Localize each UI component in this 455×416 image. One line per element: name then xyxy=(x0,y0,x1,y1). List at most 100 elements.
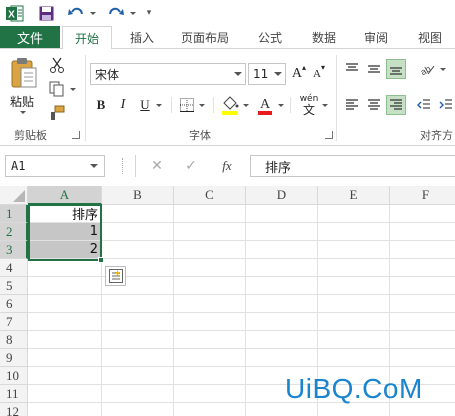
cell-f6[interactable] xyxy=(390,295,455,313)
cell-e7[interactable] xyxy=(318,313,390,331)
decrease-indent-icon[interactable] xyxy=(414,95,434,115)
cell-d2[interactable] xyxy=(246,223,318,241)
cell-c12[interactable] xyxy=(174,403,246,416)
insert-function-icon[interactable]: fx xyxy=(216,155,238,177)
cell-f4[interactable] xyxy=(390,259,455,277)
cell-c3[interactable] xyxy=(174,241,246,259)
cell-c5[interactable] xyxy=(174,277,246,295)
cell-c7[interactable] xyxy=(174,313,246,331)
row-header-5[interactable]: 5 xyxy=(0,277,28,295)
cell-c8[interactable] xyxy=(174,331,246,349)
column-header-f[interactable]: F xyxy=(390,186,455,205)
cell-a3[interactable]: 2 xyxy=(28,241,102,259)
cell-d1[interactable] xyxy=(246,205,318,223)
tab-view[interactable]: 视图 xyxy=(408,26,452,48)
paste-label[interactable]: 粘贴 xyxy=(10,93,34,110)
cell-b8[interactable] xyxy=(102,331,174,349)
cell-d9[interactable] xyxy=(246,349,318,367)
fill-handle[interactable] xyxy=(98,257,104,263)
save-icon[interactable] xyxy=(36,3,56,23)
row-header-7[interactable]: 7 xyxy=(0,313,28,331)
cancel-icon[interactable]: ✕ xyxy=(146,155,168,177)
cell-d8[interactable] xyxy=(246,331,318,349)
select-all-corner[interactable] xyxy=(0,186,28,205)
font-size-select[interactable]: 11 xyxy=(248,63,286,85)
redo-icon[interactable] xyxy=(106,3,126,23)
cell-f2[interactable] xyxy=(390,223,455,241)
phonetic-guide-button[interactable]: wén 文 xyxy=(298,93,320,117)
undo-icon[interactable] xyxy=(66,3,86,23)
cell-f1[interactable] xyxy=(390,205,455,223)
increase-indent-icon[interactable] xyxy=(436,95,455,115)
orientation-icon[interactable]: ab xyxy=(416,59,438,79)
font-launcher-icon[interactable] xyxy=(325,131,333,139)
phonetic-dropdown-icon[interactable] xyxy=(322,104,328,107)
middle-align-icon[interactable] xyxy=(364,59,384,79)
redo-dropdown-icon[interactable] xyxy=(128,3,138,23)
cell-a10[interactable] xyxy=(28,367,102,385)
cell-e2[interactable] xyxy=(318,223,390,241)
formula-input[interactable]: 排序 xyxy=(250,155,455,177)
row-header-11[interactable]: 11 xyxy=(0,385,28,403)
cell-a8[interactable] xyxy=(28,331,102,349)
row-header-12[interactable]: 12 xyxy=(0,403,28,416)
clipboard-launcher-icon[interactable] xyxy=(72,131,80,139)
cell-c6[interactable] xyxy=(174,295,246,313)
customize-toolbar-button[interactable]: ▾ xyxy=(142,3,156,23)
cell-b1[interactable] xyxy=(102,205,174,223)
cell-b12[interactable] xyxy=(102,403,174,416)
row-header-8[interactable]: 8 xyxy=(0,331,28,349)
column-header-c[interactable]: C xyxy=(174,186,246,205)
cut-icon[interactable] xyxy=(46,55,68,75)
tab-page-layout[interactable]: 页面布局 xyxy=(172,26,238,48)
cell-d4[interactable] xyxy=(246,259,318,277)
column-header-a[interactable]: A xyxy=(28,186,102,205)
resize-handle[interactable] xyxy=(122,158,124,174)
fill-color-icon[interactable] xyxy=(220,93,240,117)
cell-a12[interactable] xyxy=(28,403,102,416)
cell-a4[interactable] xyxy=(28,259,102,277)
cell-a9[interactable] xyxy=(28,349,102,367)
row-header-3[interactable]: 3 xyxy=(0,241,28,259)
cell-b11[interactable] xyxy=(102,385,174,403)
cell-b9[interactable] xyxy=(102,349,174,367)
bottom-align-icon[interactable] xyxy=(386,59,406,79)
orientation-dropdown-icon[interactable] xyxy=(440,68,446,71)
cell-b3[interactable] xyxy=(102,241,174,259)
borders-icon[interactable] xyxy=(178,95,196,115)
enter-icon[interactable]: ✓ xyxy=(180,155,202,177)
tab-review[interactable]: 审阅 xyxy=(354,26,398,48)
column-header-b[interactable]: B xyxy=(102,186,174,205)
row-header-4[interactable]: 4 xyxy=(0,259,28,277)
cell-a11[interactable] xyxy=(28,385,102,403)
row-header-2[interactable]: 2 xyxy=(0,223,28,241)
cell-e8[interactable] xyxy=(318,331,390,349)
cell-a7[interactable] xyxy=(28,313,102,331)
align-center-icon[interactable] xyxy=(364,95,384,115)
cell-a5[interactable] xyxy=(28,277,102,295)
cell-c2[interactable] xyxy=(174,223,246,241)
top-align-icon[interactable] xyxy=(342,59,362,79)
cell-f7[interactable] xyxy=(390,313,455,331)
cell-a1[interactable]: 排序 xyxy=(28,205,102,223)
cell-c10[interactable] xyxy=(174,367,246,385)
cell-e1[interactable] xyxy=(318,205,390,223)
copy-dropdown-icon[interactable] xyxy=(70,88,76,91)
cell-b2[interactable] xyxy=(102,223,174,241)
font-name-select[interactable]: 宋体 xyxy=(90,63,246,85)
paste-icon[interactable] xyxy=(6,55,42,91)
format-painter-icon[interactable] xyxy=(46,103,68,123)
underline-dropdown-icon[interactable] xyxy=(156,104,162,107)
paste-dropdown-icon[interactable] xyxy=(20,111,26,114)
bold-button[interactable]: B xyxy=(92,95,110,115)
row-header-10[interactable]: 10 xyxy=(0,367,28,385)
tab-formulas[interactable]: 公式 xyxy=(248,26,292,48)
cell-a6[interactable] xyxy=(28,295,102,313)
italic-button[interactable]: I xyxy=(114,95,132,115)
increase-font-size-button[interactable]: A ▴ xyxy=(290,63,308,85)
align-right-icon[interactable] xyxy=(386,95,406,115)
name-box[interactable]: A1 xyxy=(5,155,105,177)
cell-c4[interactable] xyxy=(174,259,246,277)
cell-e5[interactable] xyxy=(318,277,390,295)
cell-b7[interactable] xyxy=(102,313,174,331)
